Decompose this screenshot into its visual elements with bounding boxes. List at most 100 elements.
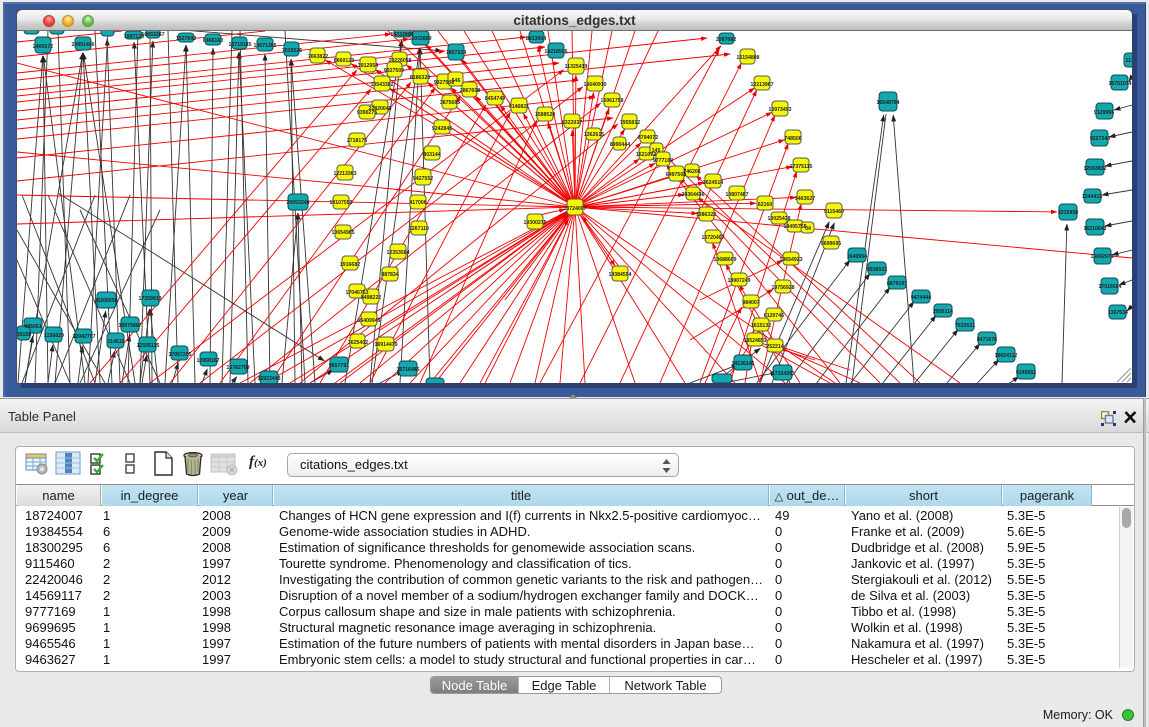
svg-text:7515526: 7515526: [282, 48, 302, 54]
svg-text:04: 04: [805, 226, 811, 232]
svg-text:252214: 252214: [766, 344, 783, 350]
svg-text:9427552: 9427552: [413, 176, 433, 182]
svg-text:19218506: 19218506: [544, 49, 567, 55]
svg-text:16154808: 16154808: [736, 55, 759, 61]
svg-text:7386322: 7386322: [696, 212, 716, 218]
svg-text:12213967: 12213967: [750, 82, 773, 88]
svg-text:10973493: 10973493: [768, 107, 791, 113]
svg-text:11325419: 11325419: [565, 64, 588, 70]
svg-text:1156829: 1156829: [44, 333, 64, 339]
svg-text:9242845: 9242845: [432, 126, 452, 132]
svg-text:9777169: 9777169: [653, 158, 673, 164]
svg-text:10807487: 10807487: [725, 192, 748, 198]
svg-text:9474444: 9474444: [911, 295, 931, 301]
svg-text:19654923: 19654923: [779, 257, 802, 263]
svg-text:20053346: 20053346: [286, 200, 309, 206]
svg-text:1244415: 1244415: [1082, 194, 1102, 200]
svg-text:8322037: 8322037: [562, 120, 582, 126]
svg-text:10719185: 10719185: [228, 42, 251, 48]
svg-text:9115460: 9115460: [824, 209, 844, 215]
svg-text:9327500: 9327500: [384, 68, 404, 74]
svg-text:887834: 887834: [381, 272, 398, 278]
svg-text:10688609: 10688609: [713, 257, 736, 263]
svg-text:2718176: 2718176: [347, 138, 367, 144]
svg-text:16961758: 16961758: [600, 98, 623, 104]
svg-text:1167534: 1167534: [1108, 310, 1128, 316]
svg-text:984007: 984007: [742, 300, 759, 306]
svg-text:2087682: 2087682: [716, 37, 736, 43]
svg-text:62160: 62160: [758, 202, 773, 208]
svg-text:15751074: 15751074: [1108, 81, 1131, 87]
svg-text:18907249: 18907249: [727, 278, 750, 284]
svg-text:10671385: 10671385: [253, 43, 276, 49]
svg-text:16033809: 16033809: [408, 36, 431, 42]
svg-text:16914479: 16914479: [374, 342, 397, 348]
svg-text:3267110: 3267110: [409, 226, 429, 232]
svg-text:1527602: 1527602: [176, 36, 196, 42]
svg-text:9245052: 9245052: [1016, 370, 1036, 376]
svg-text:1615132: 1615132: [751, 323, 771, 329]
svg-text:10653267: 10653267: [141, 32, 164, 38]
svg-text:1640954: 1640954: [847, 254, 867, 260]
svg-text:12505115: 12505115: [137, 343, 160, 349]
svg-text:746206: 746206: [683, 169, 700, 175]
svg-text:3624514: 3624514: [703, 180, 723, 186]
svg-text:17359918: 17359918: [138, 296, 161, 302]
svg-text:15409949: 15409949: [357, 318, 380, 324]
svg-text:10654985: 10654985: [331, 230, 354, 236]
svg-text:16640910: 16640910: [583, 82, 606, 88]
svg-text:748506: 748506: [784, 136, 801, 142]
svg-text:3912954: 3912954: [358, 63, 378, 69]
svg-text:2935114: 2935114: [933, 309, 953, 315]
svg-text:9390275: 9390275: [357, 110, 377, 116]
svg-text:12213363: 12213363: [333, 171, 356, 177]
svg-text:1362615: 1362615: [584, 132, 604, 138]
svg-text:12353584: 12353584: [386, 250, 409, 256]
svg-text:16648784: 16648784: [876, 100, 899, 106]
svg-text:17957255: 17957255: [168, 352, 191, 358]
svg-text:9129966: 9129966: [1094, 110, 1114, 116]
svg-text:1588520: 1588520: [535, 112, 555, 118]
svg-text:18724007: 18724007: [563, 206, 586, 212]
svg-text:19300275: 19300275: [523, 220, 546, 226]
svg-text:7625402: 7625402: [348, 340, 368, 346]
svg-text:12923448: 12923448: [257, 376, 280, 382]
svg-text:20891406: 20891406: [71, 42, 94, 48]
svg-text:3215958: 3215958: [1058, 210, 1078, 216]
svg-text:3875685: 3875685: [440, 100, 460, 106]
svg-text:15716485: 15716485: [396, 367, 419, 373]
svg-text:10958167: 10958167: [196, 358, 219, 364]
svg-text:6120746: 6120746: [764, 313, 784, 319]
svg-text:10654112: 10654112: [995, 353, 1018, 359]
svg-text:19975867: 19975867: [118, 323, 141, 329]
svg-text:114519: 114519: [107, 339, 124, 345]
svg-text:17016504: 17016504: [1098, 284, 1121, 290]
svg-text:7632621: 7632621: [955, 323, 975, 329]
svg-text:17375115: 17375115: [790, 164, 813, 170]
svg-text:1733426: 1733426: [772, 371, 792, 377]
svg-text:16210643: 16210643: [1083, 226, 1106, 232]
svg-text:39159: 39159: [17, 332, 31, 338]
svg-text:6879197: 6879197: [887, 281, 907, 287]
svg-text:9146821: 9146821: [509, 104, 529, 110]
svg-text:7857224: 7857224: [446, 50, 466, 56]
svg-text:417006: 417006: [409, 200, 426, 206]
svg-text:10025438: 10025438: [767, 216, 790, 222]
svg-text:14136141: 14136141: [731, 361, 754, 367]
svg-text:13524851: 13524851: [743, 338, 766, 344]
svg-text:9699695: 9699695: [821, 241, 841, 247]
svg-text:18107553: 18107553: [329, 200, 352, 206]
svg-text:7663822: 7663822: [308, 54, 328, 60]
svg-text:8186328: 8186328: [410, 75, 430, 81]
svg-text:1916682: 1916682: [340, 262, 360, 268]
svg-text:20364436: 20364436: [681, 192, 704, 198]
svg-text:9463627: 9463627: [795, 196, 815, 202]
svg-text:546: 546: [452, 78, 461, 84]
svg-text:10543382: 10543382: [370, 82, 393, 88]
svg-text:7955812: 7955812: [620, 120, 640, 126]
svg-text:435061: 435061: [24, 324, 41, 330]
svg-text:803144: 803144: [423, 152, 440, 158]
svg-text:15720407: 15720407: [701, 235, 724, 241]
svg-text:16782759: 16782759: [226, 365, 249, 371]
svg-text:145: 145: [652, 148, 661, 154]
